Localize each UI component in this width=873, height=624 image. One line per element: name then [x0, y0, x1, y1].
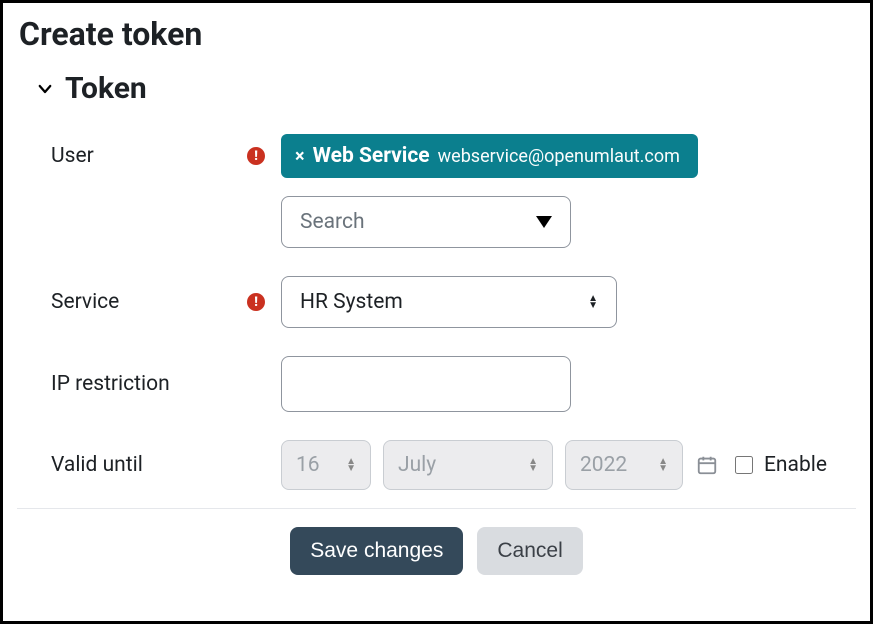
user-chip-name: Web Service	[313, 144, 430, 168]
create-token-form: Create token Token User ! × Web Service …	[0, 0, 873, 624]
dropdown-icon	[536, 216, 552, 228]
calendar-icon[interactable]	[695, 453, 719, 477]
select-spinner-icon: ▲▼	[658, 458, 668, 472]
service-select[interactable]: HR System ▲▼	[281, 276, 617, 328]
form-actions: Save changes Cancel	[17, 527, 856, 575]
valid-until-enable[interactable]: Enable	[731, 453, 827, 477]
valid-until-year-value: 2022	[580, 453, 627, 477]
label-user: User	[51, 144, 247, 168]
ip-restriction-input[interactable]	[281, 356, 571, 412]
valid-until-day-select[interactable]: 16 ▲▼	[281, 440, 371, 490]
cancel-button[interactable]: Cancel	[477, 527, 582, 575]
label-service: Service	[51, 290, 247, 314]
select-spinner-icon: ▲▼	[588, 295, 598, 309]
row-user: User ! × Web Service webservice@openumla…	[51, 134, 856, 178]
user-search-placeholder: Search	[300, 210, 365, 234]
user-search-combo[interactable]: Search	[281, 196, 571, 248]
divider	[17, 508, 856, 509]
row-service: Service ! HR System ▲▼	[51, 276, 856, 328]
valid-until-enable-label: Enable	[764, 453, 827, 477]
row-ip-restriction: IP restriction	[51, 356, 856, 412]
section-toggle-token[interactable]: Token	[35, 71, 856, 106]
user-chip[interactable]: × Web Service webservice@openumlaut.com	[281, 134, 698, 178]
user-chip-email: webservice@openumlaut.com	[438, 146, 680, 167]
valid-until-enable-checkbox[interactable]	[735, 456, 753, 474]
valid-until-month-value: July	[398, 453, 436, 477]
section-title: Token	[65, 71, 147, 106]
required-icon: !	[247, 293, 265, 311]
select-spinner-icon: ▲▼	[346, 458, 356, 472]
label-valid-until: Valid until	[51, 453, 247, 477]
chevron-down-icon	[35, 79, 55, 99]
page-title: Create token	[19, 15, 856, 53]
row-user-search: Search	[51, 196, 856, 248]
row-valid-until: Valid until 16 ▲▼ July ▲▼ 2022 ▲▼	[51, 440, 856, 490]
service-value: HR System	[300, 290, 403, 314]
remove-user-icon[interactable]: ×	[295, 146, 305, 167]
valid-until-month-select[interactable]: July ▲▼	[383, 440, 553, 490]
valid-until-day-value: 16	[296, 453, 320, 477]
label-ip-restriction: IP restriction	[51, 372, 247, 396]
valid-until-year-select[interactable]: 2022 ▲▼	[565, 440, 683, 490]
select-spinner-icon: ▲▼	[528, 458, 538, 472]
save-button[interactable]: Save changes	[290, 527, 463, 575]
required-icon: !	[247, 147, 265, 165]
form-body: User ! × Web Service webservice@openumla…	[17, 134, 856, 490]
